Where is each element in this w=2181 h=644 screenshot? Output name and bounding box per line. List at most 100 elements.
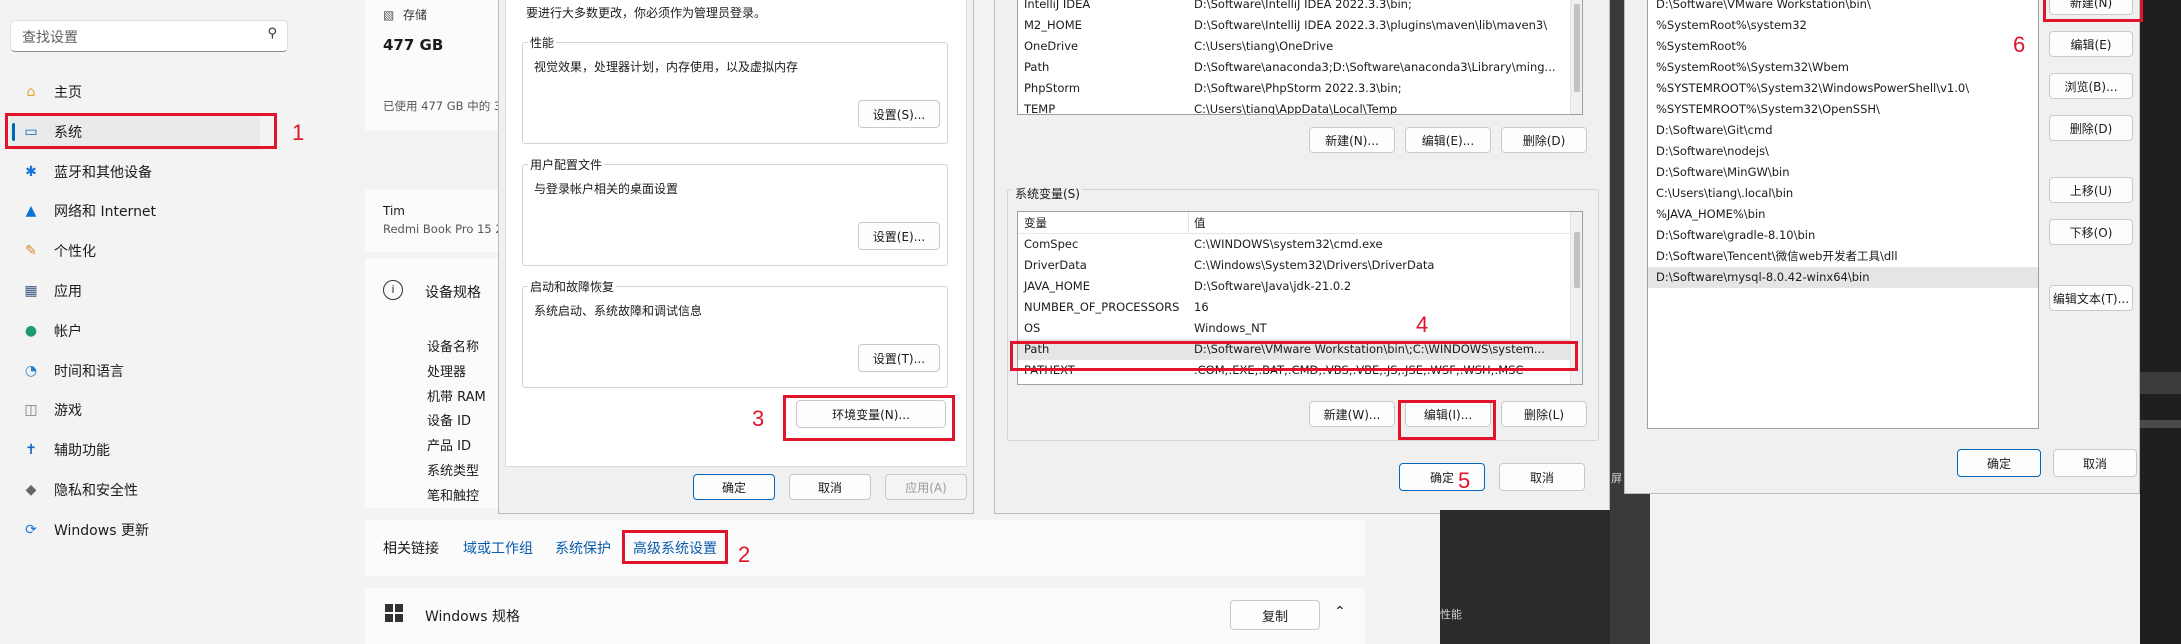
nav-item-7[interactable]: ◔ 时间和语言 <box>20 353 270 389</box>
user-profile-title: 用户配置文件 <box>528 156 605 173</box>
variable-name: OS <box>1024 321 1041 335</box>
path-entry-text: D:\Software\Tencent\微信web开发者工具\dll <box>1656 249 1898 263</box>
path-entry-text: D:\Software\gradle-8.10\bin <box>1656 228 1816 242</box>
sys-new-button[interactable]: 新建(W)... <box>1309 401 1395 427</box>
envvars-ok-button[interactable]: 确定 <box>1399 463 1485 491</box>
path-ok-button[interactable]: 确定 <box>1957 449 2041 477</box>
user-new-button[interactable]: 新建(N)... <box>1309 127 1395 153</box>
copy-button[interactable]: 复制 <box>1230 600 1320 630</box>
path-entry-text: D:\Software\nodejs\ <box>1656 144 1769 158</box>
variable-row[interactable]: ComSpec C:\WINDOWS\system32\cmd.exe <box>1018 234 1572 255</box>
path-edit-button[interactable]: 编辑(E) <box>2049 31 2133 57</box>
path-entry-row[interactable]: %JAVA_HOME%\bin <box>1648 204 2038 225</box>
nav-item-3[interactable]: ▲ 网络和 Internet <box>20 193 270 229</box>
info-icon: i <box>383 280 403 300</box>
background-edge-line-2 <box>2140 420 2181 428</box>
search-box[interactable]: 查找设置 ⚲ <box>10 20 288 52</box>
path-entry-row[interactable]: C:\Users\tiang\.local\bin <box>1648 183 2038 204</box>
nav-item-6[interactable]: ● 帐户 <box>20 313 270 349</box>
background-edge-line <box>2140 372 2181 394</box>
path-cancel-button[interactable]: 取消 <box>2053 449 2137 477</box>
path-entry-row[interactable]: %SYSTEMROOT%\System32\OpenSSH\ <box>1648 99 2038 120</box>
variable-name: NUMBER_OF_PROCESSORS <box>1024 300 1180 314</box>
nav-item-5[interactable]: ▦ 应用 <box>20 273 270 309</box>
path-entry-row[interactable]: D:\Software\nodejs\ <box>1648 141 2038 162</box>
link-domain-workgroup[interactable]: 域或工作组 <box>463 538 533 558</box>
nav-label: 帐户 <box>54 323 82 340</box>
user-delete-button[interactable]: 删除(D) <box>1501 127 1587 153</box>
nav-label: 网络和 Internet <box>54 204 157 221</box>
nav-label: 应用 <box>54 284 82 300</box>
variable-name: M2_HOME <box>1024 18 1082 32</box>
path-move-up-button[interactable]: 上移(U) <box>2049 177 2133 203</box>
variable-name: Path <box>1024 60 1050 74</box>
path-entry-row[interactable]: D:\Software\Tencent\微信web开发者工具\dll <box>1648 246 2038 267</box>
related-links-label: 相关链接 <box>383 541 439 557</box>
path-browse-button[interactable]: 浏览(B)... <box>2049 73 2133 99</box>
annotation-number-3: 3 <box>752 406 765 431</box>
user-edit-button[interactable]: 编辑(E)... <box>1405 127 1491 153</box>
user-scroll-thumb[interactable] <box>1574 4 1580 92</box>
nav-item-9[interactable]: ✝ 辅助功能 <box>20 432 270 468</box>
variable-row[interactable]: IntelliJ IDEA D:\Software\IntelliJ IDEA 2… <box>1018 0 1572 15</box>
nav-item-11[interactable]: ⟳ Windows 更新 <box>20 512 270 548</box>
sys-scroll-thumb[interactable] <box>1574 232 1580 288</box>
envvars-cancel-button[interactable]: 取消 <box>1499 463 1585 491</box>
variable-row[interactable]: TEMP C:\Users\tiang\AppData\Local\Temp <box>1018 99 1572 114</box>
sysprops-ok-button[interactable]: 确定 <box>693 474 775 500</box>
path-entry-row[interactable]: D:\Software\VMware Workstation\bin\ <box>1648 0 2038 15</box>
path-entry-row[interactable]: D:\Software\mysql-8.0.42-winx64\bin <box>1648 267 2038 288</box>
startup-recovery-title: 启动和故障恢复 <box>528 278 617 295</box>
path-move-down-button[interactable]: 下移(O) <box>2049 219 2133 245</box>
variable-row[interactable]: OneDrive C:\Users\tiang\OneDrive <box>1018 36 1572 57</box>
path-entry-row[interactable]: D:\Software\MinGW\bin <box>1648 162 2038 183</box>
variable-name: PhpStorm <box>1024 81 1081 95</box>
storage-value: 477 GB <box>383 36 444 54</box>
nav-item-4[interactable]: ✎ 个性化 <box>20 233 270 269</box>
chevron-up-icon[interactable]: ⌃ <box>1334 604 1346 620</box>
path-entry-row[interactable]: %SystemRoot%\System32\Wbem <box>1648 57 2038 78</box>
variable-row[interactable]: NUMBER_OF_PROCESSORS 16 <box>1018 297 1572 318</box>
link-system-protection[interactable]: 系统保护 <box>555 538 611 558</box>
path-entry-row[interactable]: %SystemRoot% <box>1648 36 2038 57</box>
variable-name: JAVA_HOME <box>1024 279 1090 293</box>
spec-row-label: 机带 RAM <box>427 389 486 405</box>
nav-item-10[interactable]: ◆ 隐私和安全性 <box>20 472 270 508</box>
nav-item-2[interactable]: ✱ 蓝牙和其他设备 <box>20 154 270 190</box>
nav-item-8[interactable]: ◫ 游戏 <box>20 392 270 428</box>
search-placeholder: 查找设置 <box>22 30 78 46</box>
nav-label: Windows 更新 <box>54 522 149 539</box>
variable-row[interactable]: Path D:\Software\anaconda3;D:\Software\an… <box>1018 57 1572 78</box>
user-list-scrollbar[interactable] <box>1570 0 1582 114</box>
path-delete-button[interactable]: 删除(D) <box>2049 115 2133 141</box>
path-entry-row[interactable]: %SYSTEMROOT%\System32\WindowsPowerShell\… <box>1648 78 2038 99</box>
background-text-a: 性能 <box>1440 608 1462 621</box>
spec-row-label: 笔和触控 <box>427 488 480 504</box>
variable-name: OneDrive <box>1024 39 1079 53</box>
user-profile-settings-button[interactable]: 设置(E)... <box>858 222 940 250</box>
col-value-header[interactable]: 值 <box>1194 215 1206 231</box>
col-variable-header[interactable]: 变量 <box>1024 215 1047 231</box>
variable-row[interactable]: PhpStorm D:\Software\PhpStorm 2022.3.3\bi… <box>1018 78 1572 99</box>
path-edit-text-button[interactable]: 编辑文本(T)... <box>2049 285 2133 311</box>
variable-value: D:\Software\anaconda3;D:\Software\anacon… <box>1194 60 1556 74</box>
device-spec-title: 设备规格 <box>425 285 481 301</box>
performance-settings-button[interactable]: 设置(S)... <box>858 100 940 128</box>
path-entry-row[interactable]: D:\Software\Git\cmd <box>1648 120 2038 141</box>
windows-logo-icon <box>385 604 403 622</box>
variable-row[interactable]: JAVA_HOME D:\Software\Java\jdk-21.0.2 <box>1018 276 1572 297</box>
startup-recovery-settings-button[interactable]: 设置(T)... <box>858 344 940 372</box>
storage-icon: ▧ <box>383 8 395 22</box>
nav-label: 辅助功能 <box>54 443 110 460</box>
path-entry-row[interactable]: D:\Software\gradle-8.10\bin <box>1648 225 2038 246</box>
nav-item-0[interactable]: ⌂ 主页 <box>20 74 270 110</box>
variable-row[interactable]: M2_HOME D:\Software\IntelliJ IDEA 2022.3.… <box>1018 15 1572 36</box>
path-entry-row[interactable]: %SystemRoot%\system32 <box>1648 15 2038 36</box>
variable-name: ComSpec <box>1024 237 1079 251</box>
variable-row[interactable]: OS Windows_NT <box>1018 318 1572 339</box>
sys-delete-button[interactable]: 删除(L) <box>1501 401 1587 427</box>
gamepad-icon: ◫ <box>24 402 38 419</box>
variable-row[interactable]: DriverData C:\Windows\System32\Drivers\Dr… <box>1018 255 1572 276</box>
storage-label: 存储 <box>403 8 428 22</box>
sysprops-cancel-button[interactable]: 取消 <box>789 474 871 500</box>
